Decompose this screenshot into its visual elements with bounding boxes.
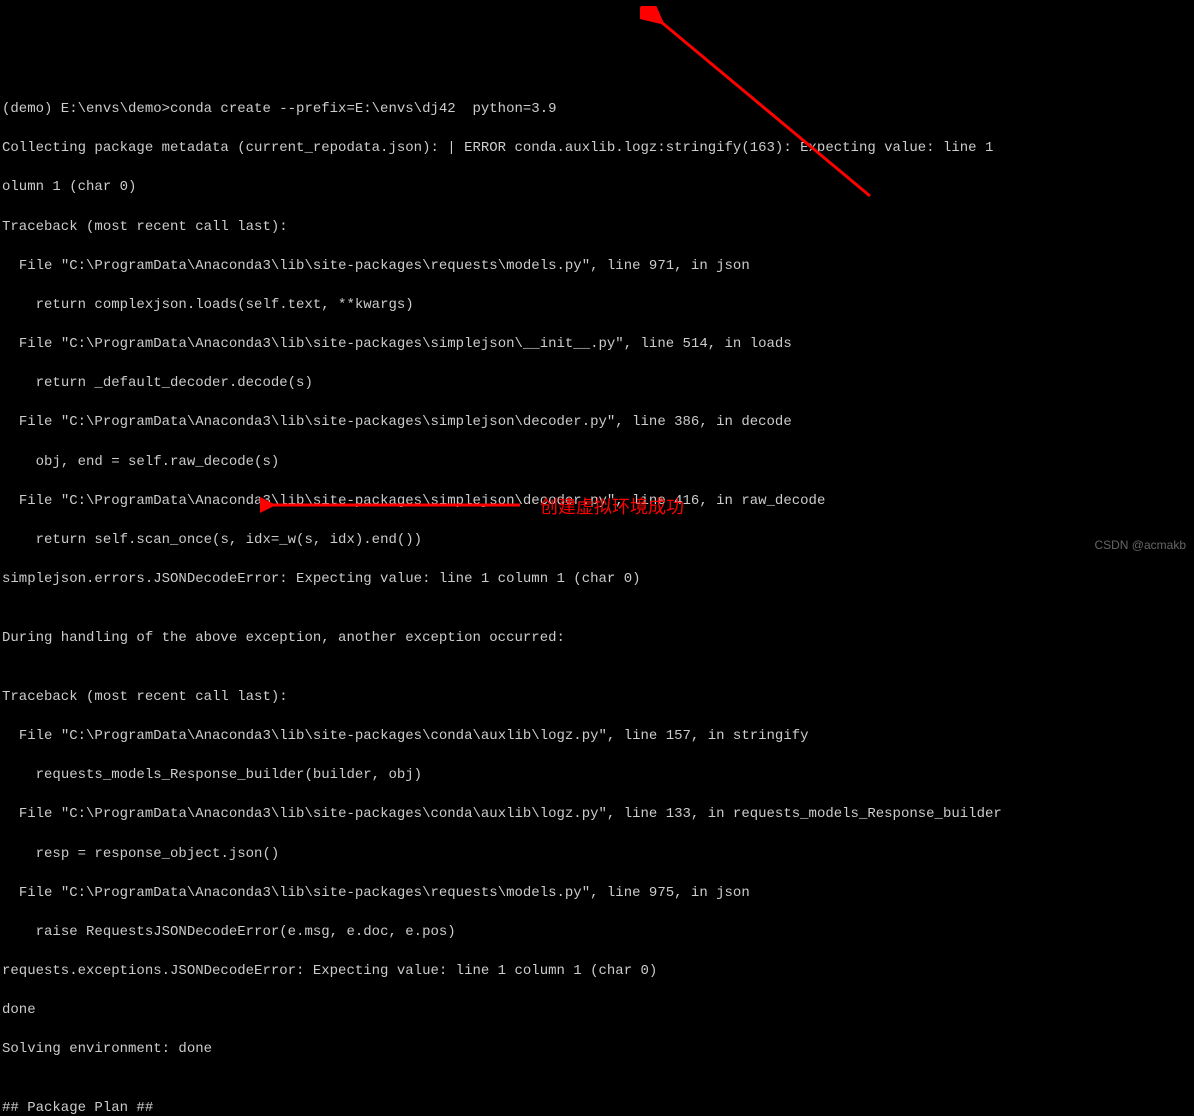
terminal-line: resp = response_object.json(): [2, 845, 1192, 865]
watermark-text: CSDN @acmakb: [1094, 537, 1186, 554]
terminal-line: olumn 1 (char 0): [2, 178, 1192, 198]
terminal-line: requests_models_Response_builder(builder…: [2, 766, 1192, 786]
terminal-line: return self.scan_once(s, idx=_w(s, idx).…: [2, 531, 1192, 551]
terminal-line: done: [2, 1001, 1192, 1021]
terminal-line: File "C:\ProgramData\Anaconda3\lib\site-…: [2, 257, 1192, 277]
terminal-line: Traceback (most recent call last):: [2, 688, 1192, 708]
terminal-line: Traceback (most recent call last):: [2, 218, 1192, 238]
terminal-line: Collecting package metadata (current_rep…: [2, 139, 1192, 159]
terminal-line: raise RequestsJSONDecodeError(e.msg, e.d…: [2, 923, 1192, 943]
terminal-line: File "C:\ProgramData\Anaconda3\lib\site-…: [2, 413, 1192, 433]
terminal-line: simplejson.errors.JSONDecodeError: Expec…: [2, 570, 1192, 590]
terminal-line: (demo) E:\envs\demo>conda create --prefi…: [2, 100, 1192, 120]
terminal-line: File "C:\ProgramData\Anaconda3\lib\site-…: [2, 884, 1192, 904]
terminal-line: obj, end = self.raw_decode(s): [2, 453, 1192, 473]
terminal-line: File "C:\ProgramData\Anaconda3\lib\site-…: [2, 805, 1192, 825]
terminal-line: File "C:\ProgramData\Anaconda3\lib\site-…: [2, 335, 1192, 355]
terminal-line: File "C:\ProgramData\Anaconda3\lib\site-…: [2, 492, 1192, 512]
terminal-line: return complexjson.loads(self.text, **kw…: [2, 296, 1192, 316]
terminal-line: return _default_decoder.decode(s): [2, 374, 1192, 394]
terminal-line: ## Package Plan ##: [2, 1099, 1192, 1116]
terminal-line: During handling of the above exception, …: [2, 629, 1192, 649]
terminal-output[interactable]: (demo) E:\envs\demo>conda create --prefi…: [2, 80, 1192, 1116]
terminal-line: requests.exceptions.JSONDecodeError: Exp…: [2, 962, 1192, 982]
terminal-line: File "C:\ProgramData\Anaconda3\lib\site-…: [2, 727, 1192, 747]
terminal-line: Solving environment: done: [2, 1040, 1192, 1060]
